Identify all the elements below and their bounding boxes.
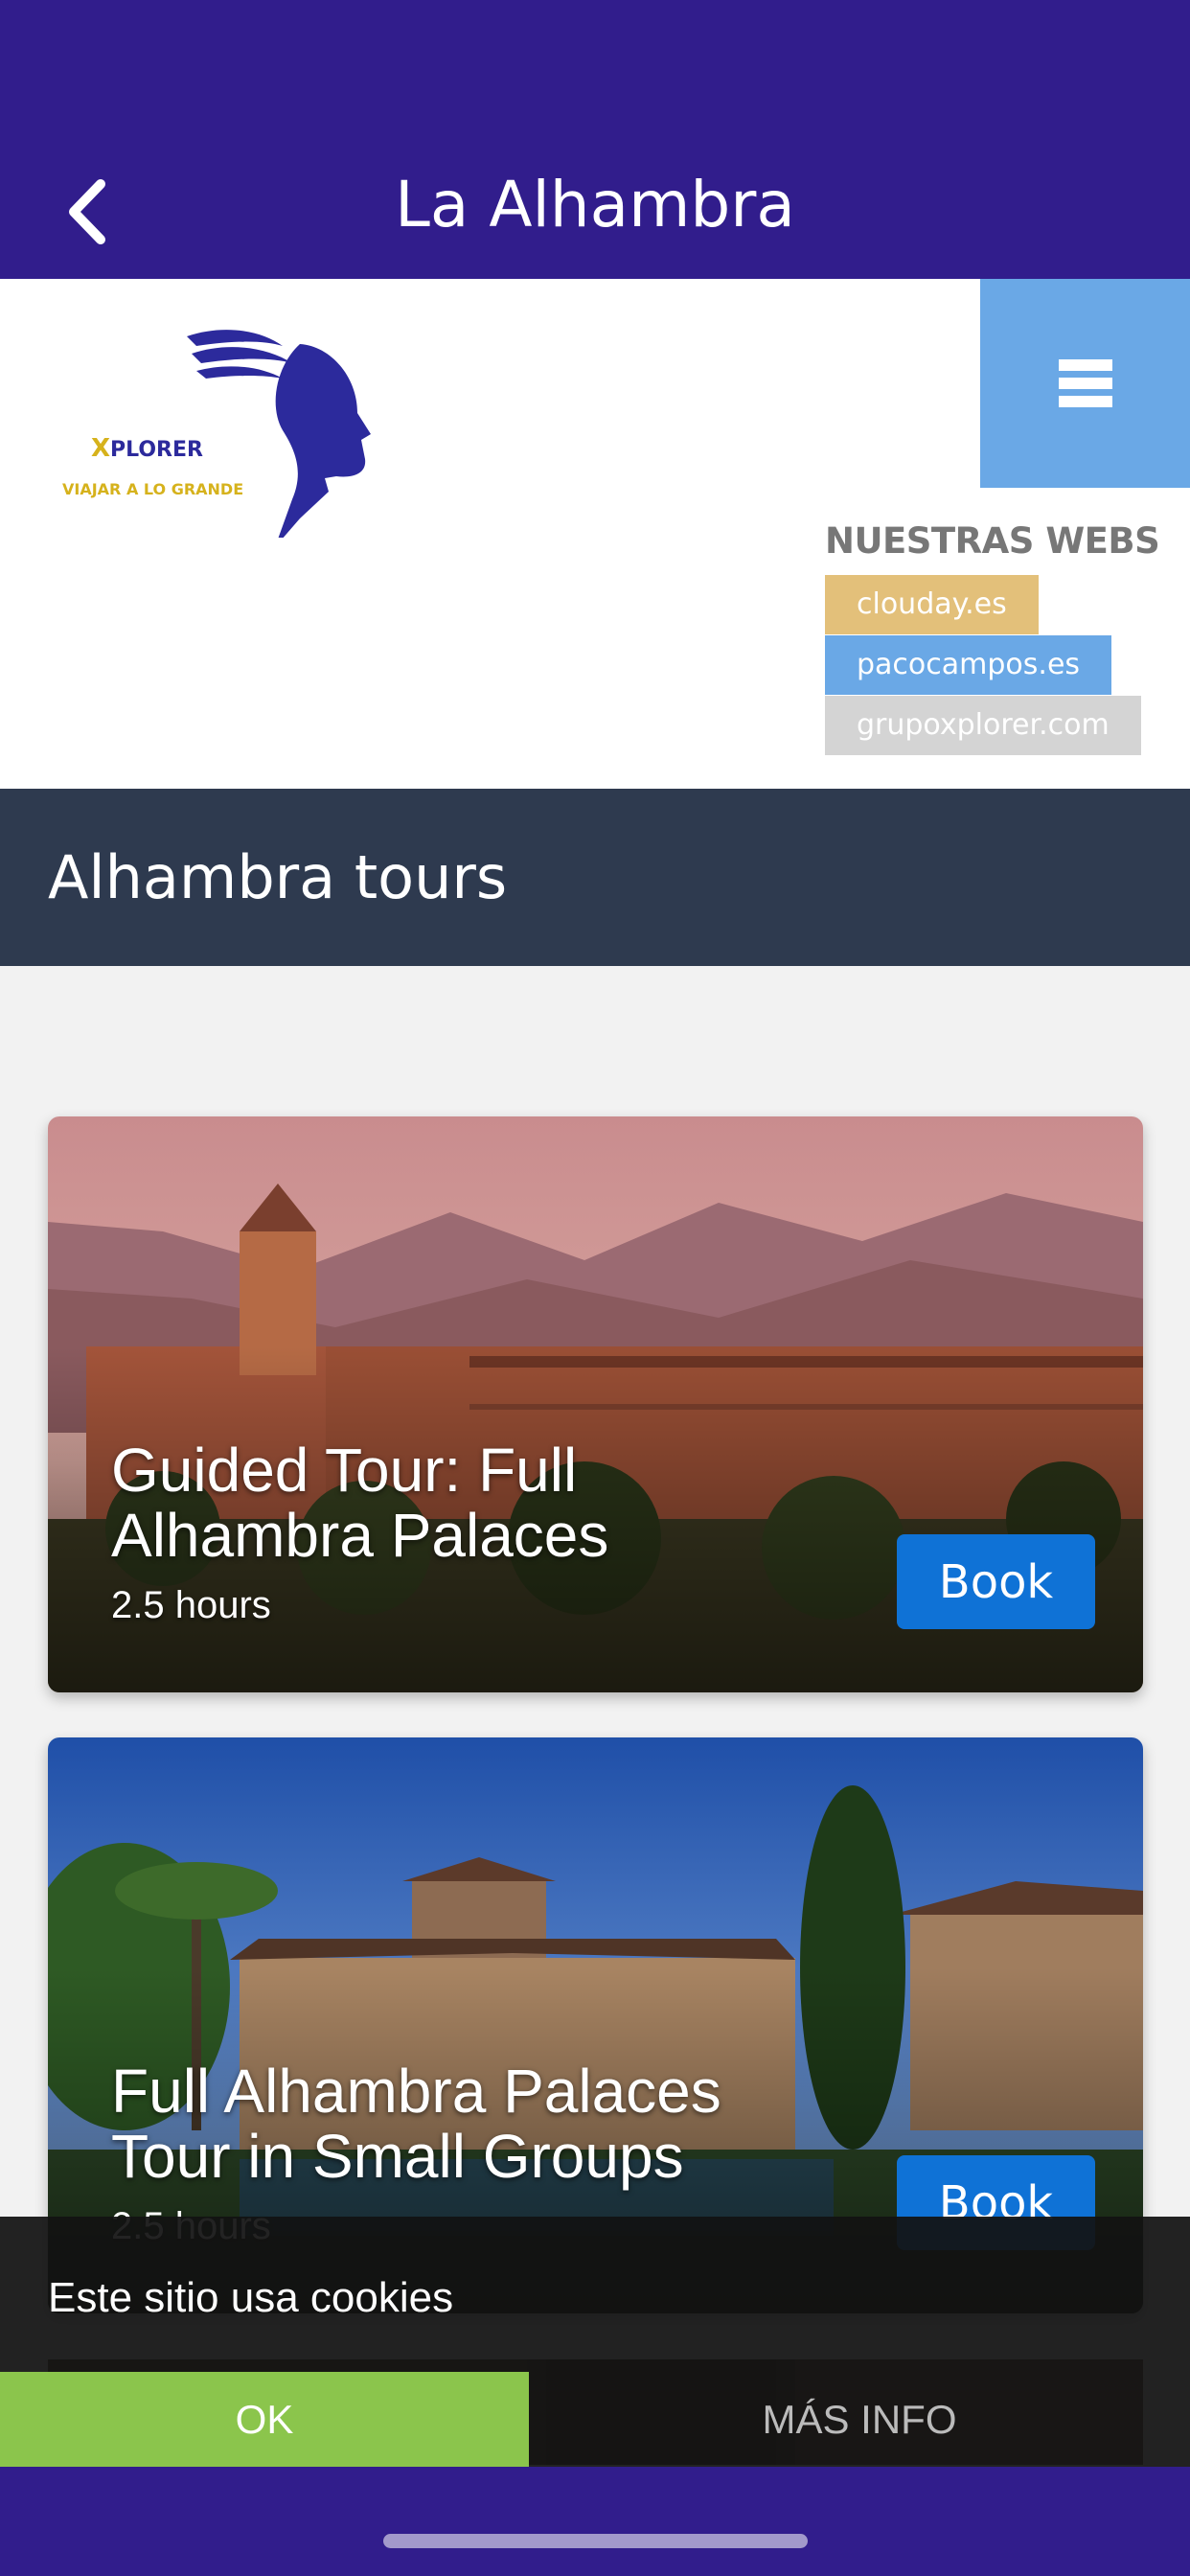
xplorer-logo[interactable]: X PLORER VIAJAR A LO GRANDE [53,308,398,538]
page-title: La Alhambra [395,168,795,242]
section-title: Alhambra tours [48,842,508,912]
svg-text:X: X [91,434,110,463]
web-link-grupoxplorer[interactable]: grupoxplorer.com [825,696,1141,755]
menu-button[interactable] [980,279,1190,488]
home-indicator[interactable] [383,2534,808,2548]
our-webs: NUESTRAS WEBS clouday.es pacocampos.es g… [825,520,1190,756]
svg-text:VIAJAR A LO GRANDE: VIAJAR A LO GRANDE [62,480,243,498]
section-header: Alhambra tours [0,789,1190,966]
navigation-bar: La Alhambra [0,144,1190,279]
tour-duration: 2.5 hours [111,1584,271,1626]
web-link-clouday[interactable]: clouday.es [825,575,1039,634]
web-link-pacocampos[interactable]: pacocampos.es [825,635,1112,695]
cookie-ok-button[interactable]: OK [0,2372,529,2467]
status-bar [0,0,1190,144]
hamburger-icon [1058,359,1112,407]
our-webs-title: NUESTRAS WEBS [825,520,1160,562]
tour-title: Full Alhambra Palaces Tour in Small Grou… [111,2057,721,2191]
site-header: X PLORER VIAJAR A LO GRANDE NUESTRAS WEB… [0,279,1190,789]
cookie-message: Este sitio usa cookies [48,2274,454,2321]
cookie-more-info-button[interactable]: MÁS INFO [529,2372,1190,2467]
bottom-bar [0,2467,1190,2576]
tour-title: Guided Tour: Full Alhambra Palaces [111,1436,609,1570]
svg-text:PLORER: PLORER [110,438,203,462]
tour-card[interactable]: Guided Tour: Full Alhambra Palaces 2.5 h… [48,1116,1143,1692]
cookie-banner: Este sitio usa cookies OK MÁS INFO [0,2217,1190,2467]
book-button[interactable]: Book [897,1534,1095,1629]
